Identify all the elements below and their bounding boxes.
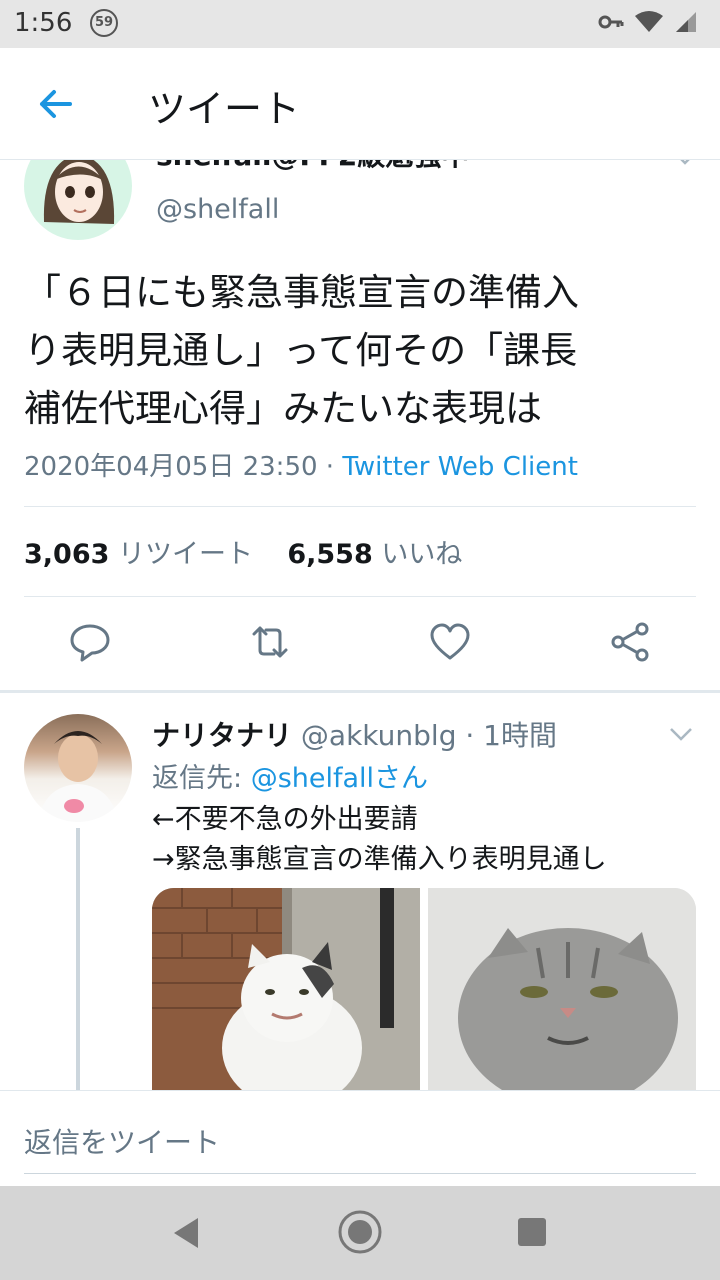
thread-line xyxy=(76,828,80,1090)
reply-compose-bar: 返信をツイート xyxy=(0,1090,720,1186)
like-stat[interactable]: 6,558 いいね xyxy=(287,539,462,570)
meta-separator: · xyxy=(317,452,343,482)
reply-text: ←不要不急の外出要請 →緊急事態宣言の準備入り表明見通し xyxy=(152,800,607,880)
like-icon[interactable] xyxy=(428,620,472,664)
comment-icon[interactable] xyxy=(68,620,112,664)
retweet-count: 3,063 xyxy=(24,539,110,570)
status-bar: 1:56 59 xyxy=(0,0,720,48)
divider xyxy=(24,596,696,597)
nav-back-icon[interactable] xyxy=(170,1216,202,1250)
wifi-icon xyxy=(635,11,663,32)
author-handle[interactable]: @shelfall xyxy=(156,194,279,225)
tweet-text-line: 補佐代理心得」みたいな表現は xyxy=(24,387,542,430)
status-time: 1:56 xyxy=(14,8,73,38)
time-separator: · xyxy=(456,719,484,752)
nav-recents-icon[interactable] xyxy=(516,1216,548,1248)
reply-media xyxy=(152,888,696,1090)
notification-badge: 59 xyxy=(90,9,118,37)
divider xyxy=(24,506,696,507)
reply-text-line: ←不要不急の外出要請 xyxy=(152,804,418,835)
replying-to-label: 返信先: xyxy=(152,763,251,794)
system-nav-bar xyxy=(0,1186,720,1280)
app-header: ツイート xyxy=(0,48,720,160)
cat-photo-1 xyxy=(152,888,420,1090)
nav-home-icon[interactable] xyxy=(336,1208,384,1256)
tweet-meta: 2020年04月05日 23:50 · Twitter Web Client xyxy=(24,446,578,483)
replying-to: 返信先: @shelfallさん xyxy=(152,756,428,795)
retweet-label: リツイート xyxy=(118,539,253,570)
tweet-text-line: り表明見通し」って何その「課長 xyxy=(24,329,578,372)
media-image-2[interactable] xyxy=(428,888,696,1090)
tweet-datetime: 2020年04月05日 23:50 xyxy=(24,452,318,482)
tweet-stats: 3,063 リツイート 6,558 いいね xyxy=(24,532,462,571)
reply-input[interactable]: 返信をツイート xyxy=(24,1121,220,1161)
like-label: いいね xyxy=(381,539,463,570)
signal-icon xyxy=(676,12,696,32)
retweet-stat[interactable]: 3,063 リツイート xyxy=(24,539,253,570)
back-arrow-icon[interactable] xyxy=(36,84,76,124)
reply-handle: @akkunblg xyxy=(300,719,457,752)
retweet-icon[interactable] xyxy=(248,620,292,664)
cat-photo-2 xyxy=(428,888,696,1090)
photo-avatar xyxy=(38,731,118,822)
tweet-text-line: 「６日にも緊急事態宣言の準備入 xyxy=(24,271,579,314)
reply-text-line: →緊急事態宣言の準備入り表明見通し xyxy=(152,844,607,875)
media-image-1[interactable] xyxy=(152,888,420,1090)
tweet-text: 「６日にも緊急事態宣言の準備入 り表明見通し」って何その「課長 補佐代理心得」み… xyxy=(24,264,700,438)
reply-author-avatar[interactable] xyxy=(24,714,132,822)
input-underline xyxy=(24,1173,696,1174)
section-separator xyxy=(0,690,720,693)
like-count: 6,558 xyxy=(287,539,373,570)
tweet-client-link[interactable]: Twitter Web Client xyxy=(342,452,578,482)
reply-author[interactable]: ナリタナリ @akkunblg · 1時間 xyxy=(152,714,557,754)
page-title: ツイート xyxy=(148,87,301,131)
reply-time: 1時間 xyxy=(483,719,557,752)
reply-display-name: ナリタナリ xyxy=(152,719,293,752)
chevron-down-icon[interactable] xyxy=(668,726,694,742)
replying-to-handle[interactable]: @shelfallさん xyxy=(251,763,428,794)
key-icon xyxy=(598,15,624,29)
tweet-actions xyxy=(0,620,720,672)
share-icon[interactable] xyxy=(608,620,652,664)
